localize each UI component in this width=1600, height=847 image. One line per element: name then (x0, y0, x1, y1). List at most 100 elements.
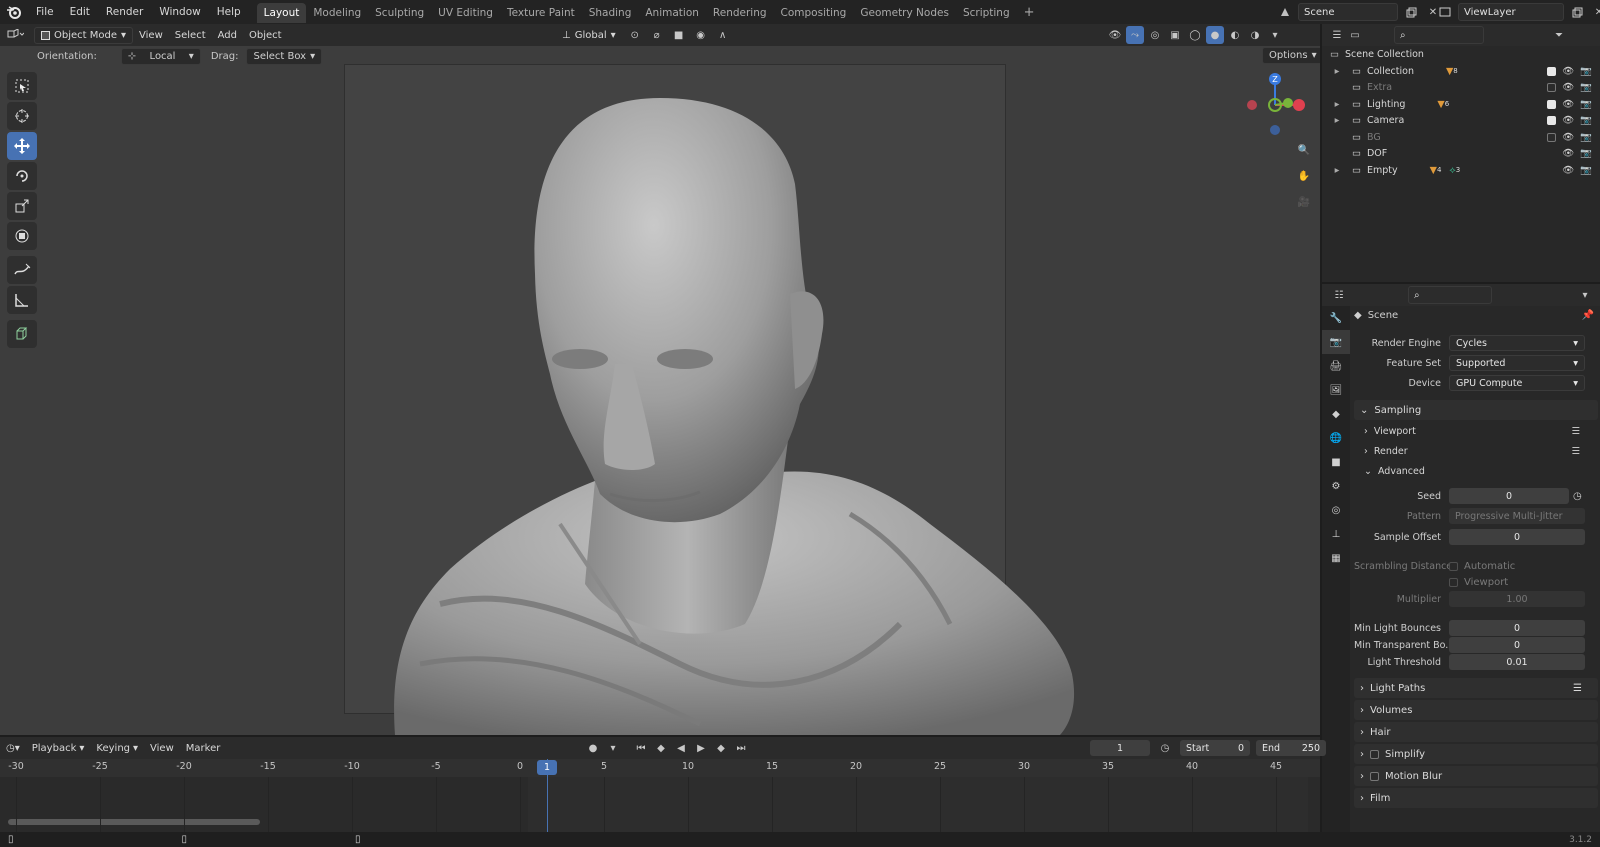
physics-tab-icon[interactable]: ◎ (1322, 498, 1350, 522)
rotate-icon[interactable] (7, 162, 37, 190)
editor-type-icon[interactable] (0, 26, 30, 44)
render-camera-icon[interactable]: 📷 (1580, 99, 1592, 110)
scale-icon[interactable] (7, 192, 37, 220)
material-shading-icon[interactable]: ◐ (1226, 26, 1244, 44)
outliner-row[interactable]: ▭ BG 👁 📷 (1322, 129, 1600, 145)
view-layer-tab-icon[interactable]: 🖼 (1322, 378, 1350, 402)
menu-object[interactable]: Object (243, 26, 288, 44)
render-engine-dropdown[interactable]: Cycles ▾ (1449, 335, 1585, 351)
blender-logo-icon[interactable] (0, 0, 28, 24)
scene-icon[interactable] (1276, 3, 1294, 21)
output-tab-icon[interactable]: 🖨 (1322, 354, 1350, 378)
add-cube-icon[interactable] (7, 320, 37, 348)
viewport-checkbox[interactable] (1449, 577, 1458, 587)
render-tab-icon[interactable]: 📷 (1322, 330, 1350, 354)
motion-blur-panel[interactable]: › Motion Blur (1354, 766, 1598, 786)
outliner-search-input[interactable]: ⌕ (1394, 26, 1484, 44)
device-dropdown[interactable]: GPU Compute ▾ (1449, 375, 1585, 391)
tool-tab-icon[interactable]: 🔧 (1322, 306, 1350, 330)
play-icon[interactable]: ▶ (692, 739, 710, 757)
texture-tab-icon[interactable]: ▦ (1322, 546, 1350, 570)
visibility-eye-icon[interactable]: 👁 (1562, 115, 1574, 126)
outliner-row[interactable]: ▸ ▭ Collection ▼ 8 👁 📷 (1322, 63, 1600, 79)
min-light-bounces-field[interactable]: 0 (1449, 620, 1585, 636)
hair-panel[interactable]: › Hair (1354, 722, 1598, 742)
expand-arrow-icon[interactable]: ▸ (1328, 165, 1346, 176)
outliner-row[interactable]: ▸ ▭ Camera 👁 📷 (1322, 113, 1600, 129)
chevron-down-icon[interactable]: ▾ (604, 739, 622, 757)
end-frame-field[interactable]: End 250 (1256, 740, 1326, 756)
wireframe-shading-icon[interactable]: ◯ (1186, 26, 1204, 44)
tab-uv-editing[interactable]: UV Editing (431, 3, 500, 23)
menu-view[interactable]: View (133, 26, 169, 44)
exclude-checkbox[interactable] (1547, 99, 1557, 109)
film-panel[interactable]: › Film (1354, 788, 1598, 808)
motion-blur-checkbox[interactable] (1370, 771, 1379, 781)
new-scene-icon[interactable] (1402, 3, 1420, 21)
timeline-scrollbar[interactable] (8, 819, 260, 825)
zoom-icon[interactable]: 🔍 (1292, 138, 1316, 162)
new-view-layer-icon[interactable] (1568, 3, 1586, 21)
modifiers-tab-icon[interactable]: ⚙ (1322, 474, 1350, 498)
render-camera-icon[interactable]: 📷 (1580, 115, 1592, 126)
falloff-icon[interactable]: ∧ (714, 26, 732, 44)
menu-marker[interactable]: Marker (180, 739, 227, 757)
snap-target-icon[interactable]: ■ (670, 26, 688, 44)
automatic-checkbox[interactable] (1449, 561, 1458, 571)
current-frame-field[interactable]: 1 (1090, 740, 1150, 756)
options-dropdown[interactable]: Options ▾ (1262, 47, 1320, 64)
outliner-editor-icon[interactable]: ☰ (1328, 26, 1346, 44)
tab-texture-paint[interactable]: Texture Paint (500, 3, 582, 23)
cursor-icon[interactable] (7, 102, 37, 130)
exclude-checkbox[interactable] (1547, 83, 1557, 92)
scene-field[interactable]: Scene (1298, 3, 1398, 21)
xray-icon[interactable]: ▣ (1166, 26, 1184, 44)
visibility-eye-icon[interactable]: 👁 (1562, 165, 1574, 176)
jump-start-icon[interactable]: ⏮ (632, 739, 650, 757)
jump-end-icon[interactable]: ⏭ (732, 739, 750, 757)
render-camera-icon[interactable]: 📷 (1580, 82, 1592, 93)
render-camera-icon[interactable]: 📷 (1580, 132, 1592, 143)
proportional-editing-icon[interactable]: ◉ (692, 26, 710, 44)
clock-icon[interactable]: ◷ (1573, 491, 1582, 502)
exclude-checkbox[interactable] (1547, 132, 1557, 142)
pan-hand-icon[interactable]: ✋ (1292, 164, 1316, 188)
orientation-dropdown[interactable]: ⊹ Local ▾ (120, 47, 201, 65)
camera-view-icon[interactable]: 🎥 (1292, 190, 1316, 214)
seed-field[interactable]: 0 (1449, 488, 1569, 504)
menu-keying[interactable]: Keying ▾ (90, 739, 144, 757)
annotate-icon[interactable] (7, 256, 37, 284)
menu-playback[interactable]: Playback ▾ (26, 739, 91, 757)
start-frame-field[interactable]: Start 0 (1180, 740, 1250, 756)
render-camera-icon[interactable]: 📷 (1580, 66, 1592, 77)
world-tab-icon[interactable]: 🌐 (1322, 426, 1350, 450)
menu-select[interactable]: Select (169, 26, 212, 44)
menu-add[interactable]: Add (212, 26, 243, 44)
timeline-tracks[interactable] (0, 759, 1320, 832)
drag-dropdown[interactable]: Select Box ▾ (246, 47, 323, 65)
advanced-subpanel[interactable]: ⌄ Advanced (1364, 462, 1588, 480)
menu-render[interactable]: Render (98, 0, 151, 24)
visibility-eye-icon[interactable]: 👁 (1562, 132, 1574, 143)
visibility-eye-icon[interactable]: 👁 (1562, 66, 1574, 77)
properties-editor-icon[interactable]: ☷ (1330, 286, 1348, 304)
pattern-dropdown[interactable]: Progressive Multi-Jitter (1449, 508, 1585, 524)
tab-modeling[interactable]: Modeling (306, 3, 368, 23)
expand-arrow-icon[interactable]: ▸ (1328, 115, 1346, 126)
outliner-root[interactable]: ▭ Scene Collection (1322, 46, 1600, 62)
sample-offset-field[interactable]: 0 (1449, 529, 1585, 545)
gizmo-toggle-icon[interactable]: ⤳ (1126, 26, 1144, 44)
menu-file[interactable]: File (28, 0, 62, 24)
volumes-panel[interactable]: › Volumes (1354, 700, 1598, 720)
outliner-row[interactable]: ▸ ▭ Lighting ▼ 6 👁 📷 (1322, 96, 1600, 112)
filter-icon[interactable]: ⏷ (1550, 26, 1568, 44)
visibility-eye-icon[interactable]: 👁 (1562, 99, 1574, 110)
expand-arrow-icon[interactable]: ▸ (1328, 66, 1346, 77)
tab-rendering[interactable]: Rendering (706, 3, 774, 23)
feature-set-dropdown[interactable]: Supported ▾ (1449, 355, 1585, 371)
timeline-ruler[interactable]: -30 -25 -20 -15 -10 -5 0 5 10 15 20 25 30 35 40 45 (0, 759, 1320, 777)
tab-sculpting[interactable]: Sculpting (368, 3, 431, 23)
list-menu-icon[interactable]: ☰ (1573, 683, 1582, 694)
outliner-row[interactable]: ▭ Extra 👁 📷 (1322, 80, 1600, 96)
menu-timeline-view[interactable]: View (144, 739, 180, 757)
